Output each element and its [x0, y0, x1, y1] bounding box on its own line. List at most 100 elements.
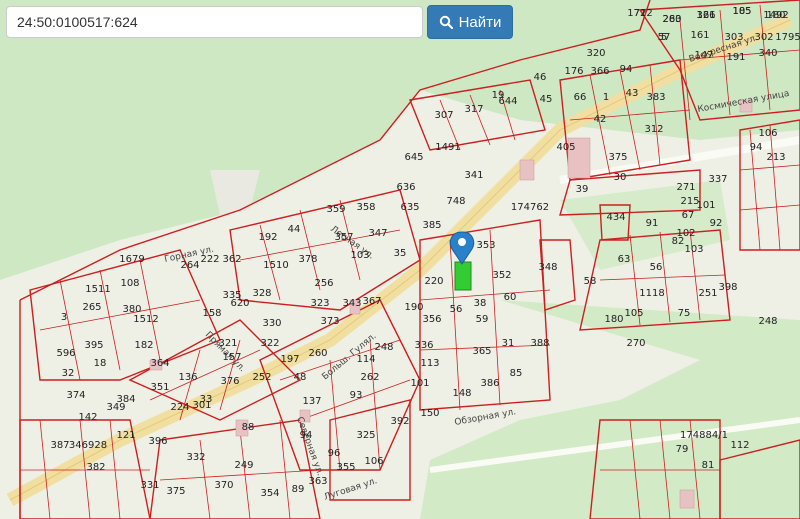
parcel-number-label: 374	[66, 390, 85, 401]
parcel-number-label: 328	[252, 288, 271, 299]
parcel-number-label: 136	[178, 372, 197, 383]
parcel-number-label: 112	[730, 440, 749, 451]
parcel-number-label: 89	[292, 484, 305, 495]
map-canvas[interactable]: Воскресная ул. Космическая улица Горная …	[0, 0, 800, 519]
parcel-number-label: 352	[492, 270, 511, 281]
parcel-number-label: 346928	[69, 440, 107, 451]
parcel-number-label: 103	[350, 250, 369, 261]
cadastral-map[interactable]: Воскресная ул. Космическая улица Горная …	[0, 0, 800, 519]
parcel-number-label: 386	[480, 378, 499, 389]
parcel-number-label: 325	[356, 430, 375, 441]
parcel-number-label: 357	[334, 232, 353, 243]
parcel-number-label: 367	[362, 296, 381, 307]
parcel-number-label: 43	[626, 88, 639, 99]
parcel-number-label: 185	[732, 6, 751, 17]
parcel-number-label: 644	[498, 96, 517, 107]
parcel-number-label: 252	[252, 372, 271, 383]
parcel-number-label: 30	[614, 172, 627, 183]
parcel-number-label: 364	[150, 358, 169, 369]
parcel-number-label: 332	[186, 452, 205, 463]
parcel-number-label: 75	[678, 308, 691, 319]
parcel-number-label: 302	[754, 32, 773, 43]
parcel-number-label: 265	[82, 302, 101, 313]
parcel-number-label: 323	[310, 298, 329, 309]
parcel-number-label: 106	[364, 456, 383, 467]
parcel-number-label: 1	[603, 92, 609, 103]
parcel-number-label: 137	[302, 396, 321, 407]
parcel-number-label: 375	[166, 486, 185, 497]
parcel-number-label: 365	[472, 346, 491, 357]
parcel-number-label: 362	[222, 254, 241, 265]
parcel-number-label: 596	[56, 348, 75, 359]
parcel-number-label: 121	[116, 430, 135, 441]
parcel-number-label: 48	[294, 372, 307, 383]
parcel-number-label: 378	[298, 254, 317, 265]
parcel-number-label: 405	[556, 142, 575, 153]
parcel-number-label: 82	[672, 236, 685, 247]
parcel-number-label: 341	[464, 170, 483, 181]
parcel-number-label: 31	[502, 338, 515, 349]
parcel-number-label: 92	[710, 218, 723, 229]
parcel-number-label: 147	[694, 50, 713, 61]
parcel-number-label: 264	[180, 260, 199, 271]
parcel-number-label: 366	[590, 66, 609, 77]
parcel-number-label: 96	[328, 448, 341, 459]
parcel-number-label: 331	[140, 480, 159, 491]
parcel-number-label: 356	[422, 314, 441, 325]
parcel-number-label: 174762	[511, 202, 549, 213]
parcel-number-label: 190	[404, 302, 423, 313]
parcel-number-label: 150	[420, 408, 439, 419]
parcel-number-label: 67	[682, 210, 695, 221]
parcel-number-label: 395	[84, 340, 103, 351]
parcel-number-label: 60	[504, 292, 517, 303]
parcel-number-label: 182	[134, 340, 153, 351]
parcel-number-label: 105	[624, 308, 643, 319]
parcel-number-label: 91	[646, 218, 659, 229]
parcel-number-label: 340	[758, 48, 777, 59]
parcel-number-label: 303	[724, 32, 743, 43]
parcel-number-label: 330	[262, 318, 281, 329]
parcel-number-label: 191	[726, 52, 745, 63]
parcel-number-label: 373	[320, 316, 339, 327]
parcel-number-label: 45	[540, 94, 553, 105]
parcel-number-label: 270	[626, 338, 645, 349]
search-button-label: Найти	[458, 13, 502, 31]
parcel-number-label: 248	[374, 342, 393, 353]
parcel-number-label: 353	[476, 240, 495, 251]
parcel-number-label: 434	[606, 212, 625, 223]
parcel-number-label: 388	[530, 338, 549, 349]
parcel-number-label: 106	[758, 128, 777, 139]
parcel-number-label: 375	[608, 152, 627, 163]
parcel-number-label: 94	[750, 142, 763, 153]
parcel-number-label: 56	[650, 262, 663, 273]
parcel-number-label: 94	[300, 430, 313, 441]
parcel-number-label: 635	[400, 202, 419, 213]
parcel-number-label: 85	[510, 368, 523, 379]
cadastral-search-input[interactable]	[6, 6, 423, 38]
parcel-number-label: 271	[676, 182, 695, 193]
search-button[interactable]: Найти	[427, 5, 513, 39]
parcel-number-label: 376	[220, 376, 239, 387]
parcel-number-label: 280	[662, 14, 681, 25]
parcel-number-label: 256	[314, 278, 333, 289]
parcel-number-label: 197	[280, 354, 299, 365]
parcel-number-label: 56	[450, 304, 463, 315]
parcel-number-label: 220	[424, 276, 443, 287]
parcel-number-label: 180	[766, 10, 785, 21]
parcel-number-label: 384	[116, 394, 135, 405]
parcel-number-label: 1511	[85, 284, 110, 295]
parcel-number-label: 317	[464, 104, 483, 115]
parcel-number-label: 42	[594, 114, 607, 125]
parcel-number-label: 213	[766, 152, 785, 163]
parcel-number-label: 35	[394, 248, 407, 259]
parcel-number-label: 59	[476, 314, 489, 325]
parcel-number-label: 148	[452, 388, 471, 399]
parcel-number-label: 348	[538, 262, 557, 273]
parcel-number-label: 363	[308, 476, 327, 487]
parcel-number-label: 312	[644, 124, 663, 135]
parcel-number-label: 383	[646, 92, 665, 103]
parcel-number-label: 161	[690, 30, 709, 41]
parcel-number-label: 5	[661, 32, 667, 43]
parcel-number-label: 157	[222, 352, 241, 363]
parcel-number-label: 343	[342, 298, 361, 309]
